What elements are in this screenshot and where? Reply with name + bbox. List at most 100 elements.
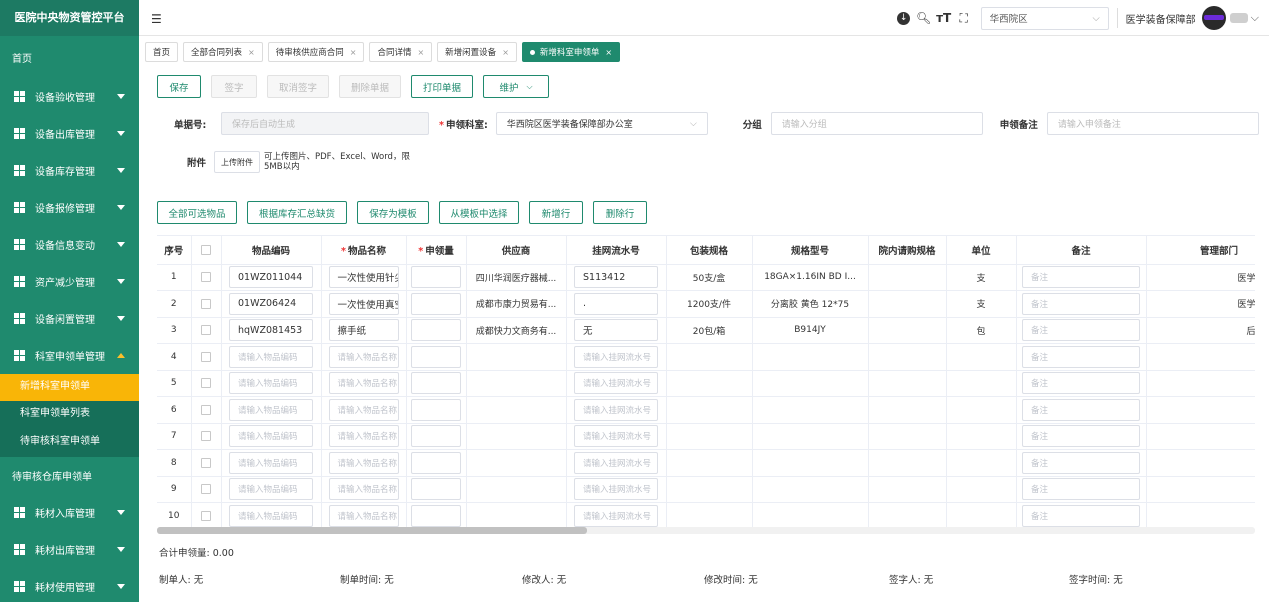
group-input[interactable]: 请输入分组	[770, 112, 983, 135]
item-name-input[interactable]: 擦手纸	[328, 319, 399, 342]
sidebar-item-groups2-2[interactable]: 耗材使用管理	[0, 568, 139, 602]
quantity-input[interactable]	[411, 266, 461, 289]
item-code-input[interactable]: 请输入物品编码	[229, 398, 313, 421]
fullscreen-icon[interactable]: ⛶	[957, 11, 971, 25]
close-icon[interactable]: ×	[350, 48, 357, 57]
font-size-icon[interactable]: ᴛT	[936, 11, 951, 25]
unsign-button[interactable]: 取消签字	[267, 75, 329, 98]
serial-input[interactable]: .	[574, 292, 658, 315]
sidebar-item-groups-2[interactable]: 设备库存管理	[0, 152, 139, 189]
remark-input[interactable]: 备注	[1022, 319, 1140, 342]
sidebar-item-groups-3[interactable]: 设备报修管理	[0, 189, 139, 226]
item-code-input[interactable]: 请输入物品编码	[229, 425, 313, 448]
item-name-input[interactable]: 请输入物品名称	[328, 425, 399, 448]
row-checkbox[interactable]	[201, 351, 211, 362]
sidebar-item-groups2-1[interactable]: 耗材出库管理	[0, 531, 139, 568]
item-code-input[interactable]: 请输入物品编码	[229, 345, 313, 368]
serial-input[interactable]: 请输入挂网流水号	[574, 504, 658, 527]
row-checkbox[interactable]	[201, 457, 211, 468]
serial-input[interactable]: S113412	[574, 266, 658, 289]
tab-home[interactable]: 首页	[145, 42, 179, 62]
sidebar-sub-new-request[interactable]: 新增科室申领单	[0, 374, 139, 401]
serial-input[interactable]: 请输入挂网流水号	[574, 451, 658, 474]
tab-pending-contracts[interactable]: 待审核供应商合同 ×	[267, 42, 365, 62]
avatar[interactable]	[1201, 6, 1226, 30]
row-checkbox[interactable]	[201, 431, 211, 441]
save-button[interactable]: 保存	[157, 75, 201, 98]
close-icon[interactable]: ×	[248, 48, 255, 57]
quantity-input[interactable]	[411, 398, 461, 421]
download-icon[interactable]: ↓	[897, 11, 911, 25]
sidebar-item-groups-5[interactable]: 资产减少管理	[0, 263, 139, 300]
sidebar-item-groups-7[interactable]: 科室申领单管理	[0, 337, 139, 374]
print-button[interactable]: 打印单据	[411, 75, 473, 98]
remark-input[interactable]: 请输入申领备注	[1046, 112, 1259, 135]
serial-input[interactable]: 请输入挂网流水号	[574, 345, 658, 368]
item-code-input[interactable]: 01WZ06424	[229, 292, 313, 315]
select-all-checkbox[interactable]	[201, 244, 211, 255]
quantity-input[interactable]	[411, 504, 461, 527]
row-checkbox[interactable]	[201, 378, 211, 388]
item-code-input[interactable]: 请输入物品编码	[229, 504, 313, 527]
remark-input[interactable]: 备注	[1022, 266, 1140, 289]
tab-new-idle-device[interactable]: 新增闲置设备 ×	[437, 42, 517, 62]
quantity-input[interactable]	[411, 451, 461, 474]
close-icon[interactable]: ×	[605, 48, 612, 57]
sign-button[interactable]: 签字	[211, 75, 257, 98]
sidebar-item-groups2-0[interactable]: 耗材入库管理	[0, 494, 139, 531]
quantity-input[interactable]	[411, 319, 461, 342]
chevron-down-icon[interactable]: ⌵	[1251, 11, 1259, 25]
maintain-dropdown[interactable]: 维护 ⌵	[483, 75, 549, 98]
sidebar-sub-pending-request[interactable]: 待审核科室申领单	[0, 427, 139, 457]
sidebar-sub-request-list[interactable]: 科室申领单列表	[0, 400, 139, 427]
item-name-input[interactable]: 请输入物品名称	[328, 372, 399, 395]
remark-input[interactable]: 备注	[1022, 504, 1140, 527]
serial-input[interactable]: 无	[574, 319, 658, 342]
menu-fold-icon[interactable]: ☰	[151, 12, 162, 26]
save-template-button[interactable]: 保存为模板	[357, 201, 429, 224]
serial-input[interactable]: 请输入挂网流水号	[574, 478, 658, 501]
sidebar-item-groups-4[interactable]: 设备信息变动	[0, 226, 139, 263]
scrollbar-thumb[interactable]	[157, 527, 587, 534]
item-name-input[interactable]: 一次性使用真空	[328, 292, 399, 315]
remark-input[interactable]: 备注	[1022, 345, 1140, 368]
row-checkbox[interactable]	[201, 298, 211, 309]
sidebar-item-pending-warehouse[interactable]: 待审核仓库申领单	[0, 457, 139, 494]
delete-doc-button[interactable]: 删除单据	[339, 75, 401, 98]
quantity-input[interactable]	[411, 372, 461, 395]
campus-select[interactable]: 华西院区 ⌵	[980, 6, 1109, 30]
remark-input[interactable]: 备注	[1022, 478, 1140, 501]
close-icon[interactable]: ×	[502, 48, 509, 57]
sidebar-item-groups-1[interactable]: 设备出库管理	[0, 115, 139, 152]
upload-button[interactable]: 上传附件	[214, 151, 261, 173]
search-icon[interactable]: 🔍︎	[916, 11, 931, 25]
from-template-button[interactable]: 从模板中选择	[439, 201, 519, 224]
stock-shortage-button[interactable]: 根据库存汇总缺货	[247, 201, 347, 224]
close-icon[interactable]: ×	[417, 48, 424, 57]
serial-input[interactable]: 请输入挂网流水号	[574, 372, 658, 395]
item-name-input[interactable]: 请输入物品名称	[328, 504, 399, 527]
row-checkbox[interactable]	[201, 404, 211, 415]
sidebar-item-groups-0[interactable]: 设备验收管理	[0, 78, 139, 115]
sidebar-item-groups-6[interactable]: 设备闲置管理	[0, 300, 139, 337]
tab-all-contracts[interactable]: 全部合同列表 ×	[183, 42, 263, 62]
row-checkbox[interactable]	[201, 272, 211, 282]
item-code-input[interactable]: 请输入物品编码	[229, 451, 313, 474]
quantity-input[interactable]	[411, 478, 461, 501]
quantity-input[interactable]	[411, 345, 461, 368]
row-checkbox[interactable]	[201, 484, 211, 494]
item-code-input[interactable]: 请输入物品编码	[229, 478, 313, 501]
item-name-input[interactable]: 请输入物品名称	[328, 398, 399, 421]
item-name-input[interactable]: 一次性使用针尖	[328, 266, 399, 289]
item-code-input[interactable]: 01WZ011044	[229, 266, 313, 289]
item-name-input[interactable]: 请输入物品名称	[328, 451, 399, 474]
dept-select[interactable]: 华西院区医学装备保障部办公室 ⌵	[495, 112, 708, 135]
delete-row-button[interactable]: 删除行	[593, 201, 647, 224]
all-items-button[interactable]: 全部可选物品	[157, 201, 237, 224]
horizontal-scrollbar[interactable]	[157, 527, 1255, 534]
remark-input[interactable]: 备注	[1022, 451, 1140, 474]
sidebar-item-home[interactable]: 首页	[0, 36, 139, 78]
row-checkbox[interactable]	[201, 325, 211, 335]
item-name-input[interactable]: 请输入物品名称	[328, 345, 399, 368]
quantity-input[interactable]	[411, 292, 461, 315]
